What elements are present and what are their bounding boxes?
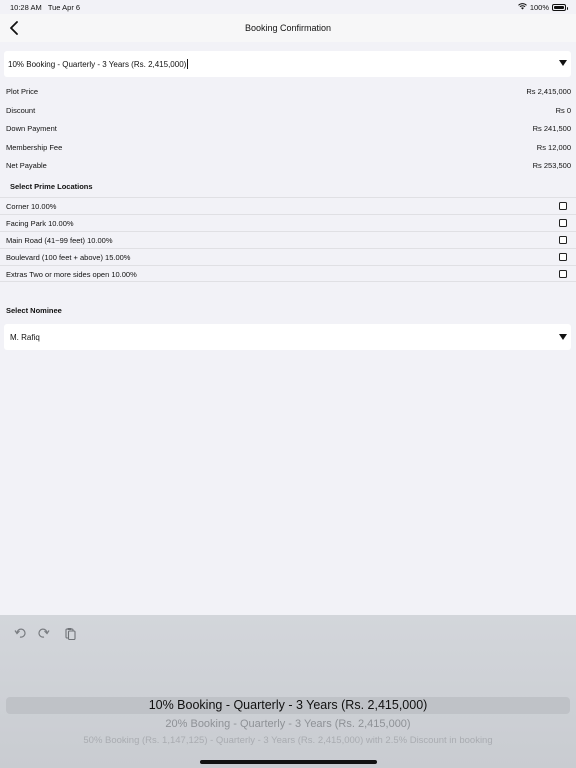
summary-row-plot-price: Plot Price Rs 2,415,000 xyxy=(6,87,571,101)
prime-location-corner[interactable]: Corner 10.00% xyxy=(0,197,576,214)
summary-row-membership-fee: Membership Fee Rs 12,000 xyxy=(6,143,571,157)
text-cursor xyxy=(187,59,189,69)
nominee-value: M. Rafiq xyxy=(10,333,40,342)
summary-value: Rs 241,500 xyxy=(532,124,571,133)
clipboard-icon xyxy=(64,627,76,640)
chevron-down-icon xyxy=(559,334,567,340)
booking-plan-text: 10% Booking - Quarterly - 3 Years (Rs. 2… xyxy=(8,60,187,69)
picker-option[interactable]: 50% Booking (Rs. 1,147,125) - Quarterly … xyxy=(0,735,576,746)
status-bar: 10:28 AM Tue Apr 6 100% xyxy=(0,0,576,14)
summary-value: Rs 0 xyxy=(555,106,571,115)
summary-label: Down Payment xyxy=(6,124,57,133)
wifi-icon xyxy=(517,3,527,12)
prime-location-label: Main Road (41~99 feet) 10.00% xyxy=(6,236,113,245)
prime-location-checkbox[interactable] xyxy=(559,219,567,227)
prime-location-boulevard[interactable]: Boulevard (100 feet + above) 15.00% xyxy=(0,248,576,265)
prime-location-label: Extras Two or more sides open 10.00% xyxy=(6,270,137,279)
redo-button[interactable] xyxy=(35,625,53,641)
status-time: 10:28 AM xyxy=(10,3,42,12)
undo-icon xyxy=(14,628,26,638)
summary-value: Rs 2,415,000 xyxy=(526,87,571,96)
summary-row-net-payable: Net Payable Rs 253,500 xyxy=(6,161,571,175)
summary-row-discount: Discount Rs 0 xyxy=(6,106,571,120)
page-title: Booking Confirmation xyxy=(244,23,332,33)
undo-button[interactable] xyxy=(11,625,29,641)
summary-label: Membership Fee xyxy=(6,143,63,152)
summary-label: Plot Price xyxy=(6,87,39,96)
booking-plan-dropdown[interactable]: 10% Booking - Quarterly - 3 Years (Rs. 2… xyxy=(4,51,571,77)
redo-icon xyxy=(38,628,50,638)
nominee-heading: Select Nominee xyxy=(6,306,62,315)
status-indicators: 100% xyxy=(517,3,568,12)
prime-location-label: Corner 10.00% xyxy=(6,202,57,211)
prime-location-checkbox[interactable] xyxy=(559,253,567,261)
battery-percent: 100% xyxy=(529,3,549,12)
prime-location-facing-park[interactable]: Facing Park 10.00% xyxy=(0,214,576,231)
prime-location-label: Facing Park 10.00% xyxy=(6,219,74,228)
prime-location-main-road[interactable]: Main Road (41~99 feet) 10.00% xyxy=(0,231,576,248)
summary-value: Rs 12,000 xyxy=(536,143,571,152)
summary-label: Discount xyxy=(6,106,36,115)
prime-locations-heading: Select Prime Locations xyxy=(10,182,93,191)
status-time-date: 10:28 AM Tue Apr 6 xyxy=(10,3,80,12)
status-date: Tue Apr 6 xyxy=(47,3,81,12)
picker-option-selected[interactable]: 10% Booking - Quarterly - 3 Years (Rs. 2… xyxy=(6,697,570,714)
chevron-down-icon xyxy=(559,60,567,66)
booking-plan-value: 10% Booking - Quarterly - 3 Years (Rs. 2… xyxy=(8,59,189,69)
prime-location-checkbox[interactable] xyxy=(559,236,567,244)
prime-location-checkbox[interactable] xyxy=(559,270,567,278)
summary-row-down-payment: Down Payment Rs 241,500 xyxy=(6,124,571,138)
paste-button[interactable] xyxy=(61,625,79,641)
battery-level xyxy=(554,6,564,9)
navigation-bar: Booking Confirmation xyxy=(0,14,576,42)
summary-label: Net Payable xyxy=(6,161,47,170)
keyboard-panel: 10% Booking - Quarterly - 3 Years (Rs. 2… xyxy=(0,615,576,768)
picker-option[interactable]: 20% Booking - Quarterly - 3 Years (Rs. 2… xyxy=(0,718,576,730)
prime-location-extras[interactable]: Extras Two or more sides open 10.00% xyxy=(0,265,576,282)
nominee-dropdown[interactable]: M. Rafiq xyxy=(4,324,571,350)
prime-location-label: Boulevard (100 feet + above) 15.00% xyxy=(6,253,131,262)
summary-value: Rs 253,500 xyxy=(532,161,571,170)
home-indicator[interactable] xyxy=(200,760,377,764)
prime-location-checkbox[interactable] xyxy=(559,202,567,210)
battery-icon xyxy=(552,4,568,11)
